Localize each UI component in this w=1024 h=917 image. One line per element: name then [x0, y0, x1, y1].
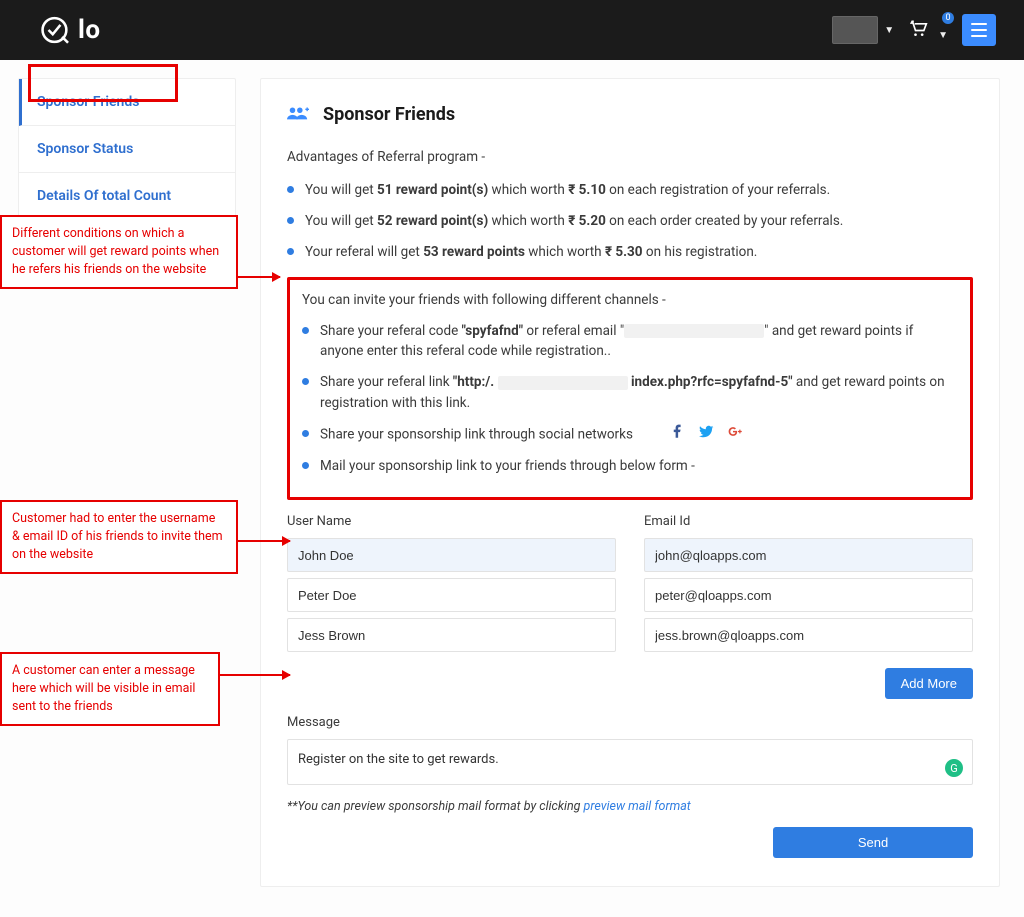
- annotation-arrow: [238, 276, 280, 278]
- advantages-heading: Advantages of Referral program -: [287, 147, 973, 168]
- preview-note: **You can preview sponsorship mail forma…: [287, 797, 973, 816]
- channel-item: Share your referal code "spyfafnd" or re…: [302, 321, 958, 363]
- sidebar-item-sponsor-status[interactable]: Sponsor Status: [19, 126, 235, 173]
- facebook-icon[interactable]: [670, 424, 685, 446]
- username-input[interactable]: [287, 578, 616, 612]
- annotation-arrow: [220, 674, 290, 676]
- message-label: Message: [287, 713, 973, 733]
- annotation-message-note: A customer can enter a message here whic…: [0, 652, 220, 726]
- email-input[interactable]: [644, 538, 973, 572]
- twitter-icon[interactable]: [699, 424, 714, 446]
- topbar: lo ▼ 0 ▼: [0, 0, 1024, 60]
- people-icon: [287, 103, 309, 128]
- username-label: User Name: [287, 512, 616, 532]
- advantage-item: You will get 52 reward point(s) which wo…: [287, 211, 973, 232]
- channels-section: You can invite your friends with followi…: [287, 277, 973, 500]
- username-input[interactable]: [287, 538, 616, 572]
- sidebar: Sponsor Friends Sponsor Status Details O…: [18, 78, 236, 220]
- advantage-item: You will get 51 reward point(s) which wo…: [287, 180, 973, 201]
- page-title: Sponsor Friends: [287, 101, 973, 129]
- cart-button[interactable]: 0 ▼: [908, 18, 948, 42]
- annotation-enter-friends: Customer had to enter the username & ema…: [0, 500, 238, 574]
- masked-domain: [498, 376, 628, 390]
- preview-mail-link[interactable]: preview mail format: [584, 799, 691, 814]
- sidebar-item-sponsor-friends[interactable]: Sponsor Friends: [19, 79, 235, 126]
- logo-text: lo: [78, 15, 101, 45]
- sidebar-item-total-count[interactable]: Details Of total Count: [19, 173, 235, 219]
- logo[interactable]: lo: [40, 13, 101, 47]
- channels-heading: You can invite your friends with followi…: [302, 290, 958, 311]
- username-input[interactable]: [287, 618, 616, 652]
- annotation-rewards-conditions: Different conditions on which a customer…: [0, 215, 238, 289]
- language-selector[interactable]: ▼: [832, 16, 894, 44]
- send-button[interactable]: Send: [773, 827, 973, 858]
- channel-item: Share your referal link "http:/. index.p…: [302, 372, 958, 414]
- email-label: Email Id: [644, 512, 973, 532]
- googleplus-icon[interactable]: [728, 424, 743, 446]
- channel-item: Share your sponsorship link through soci…: [302, 424, 958, 446]
- annotation-arrow: [238, 540, 290, 542]
- main-panel: Sponsor Friends Advantages of Referral p…: [260, 78, 1000, 887]
- masked-email: [624, 324, 764, 338]
- channel-item: Mail your sponsorship link to your frien…: [302, 456, 958, 477]
- cart-badge: 0: [942, 12, 954, 24]
- advantages-list: You will get 51 reward point(s) which wo…: [287, 180, 973, 263]
- message-input[interactable]: Register on the site to get rewards.: [287, 739, 973, 785]
- add-more-button[interactable]: Add More: [885, 668, 973, 699]
- advantage-item: Your referal will get 53 reward points w…: [287, 242, 973, 263]
- menu-button[interactable]: [962, 14, 996, 46]
- email-input[interactable]: [644, 578, 973, 612]
- email-input[interactable]: [644, 618, 973, 652]
